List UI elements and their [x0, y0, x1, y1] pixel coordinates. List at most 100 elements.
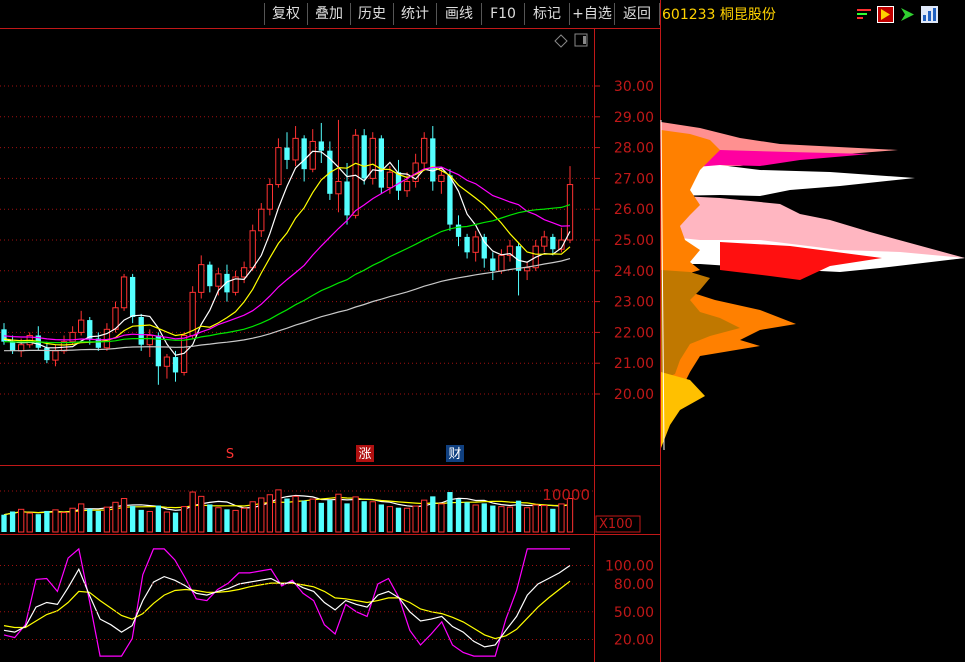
diamond-icon[interactable]: [554, 34, 568, 48]
price-tick-label: 25.00: [614, 233, 654, 249]
price-ticks: 30.00 29.00 28.00 27.00 26.00 25.00 24.00 23.00…: [614, 79, 654, 403]
candle-body: [438, 174, 445, 182]
volume-bar: [52, 509, 59, 533]
signal-marker-s[interactable]: S: [226, 447, 234, 462]
candle-body: [275, 147, 282, 186]
candle-body: [198, 264, 205, 293]
volume-bar: [249, 501, 256, 533]
price-tick-label: 26.00: [614, 202, 654, 218]
osc-tick-label: 100.00: [605, 559, 654, 575]
volume-bar: [301, 500, 307, 532]
volume-bar: [207, 504, 213, 532]
candle-body: [464, 236, 470, 253]
volume-bar: [490, 505, 496, 532]
candle-body: [249, 230, 256, 269]
volume-bar: [44, 510, 50, 532]
price-tick-label: 28.00: [614, 141, 654, 157]
volume-bar: [103, 506, 111, 533]
candle-body: [146, 334, 153, 346]
volume-bar: [146, 510, 153, 533]
volume-tick-label: 10000: [542, 486, 590, 504]
volume-bar: [87, 508, 93, 532]
volume-bar: [438, 503, 445, 533]
volume-bar: [284, 498, 290, 532]
kdj-j-line: [3, 547, 570, 657]
volume-bar: [35, 514, 41, 532]
volume-bar: [163, 511, 171, 533]
candle-body: [318, 141, 324, 151]
volume-bar: [232, 509, 239, 533]
candle-body: [207, 264, 213, 287]
kdj-d-line: [3, 580, 571, 640]
candle-body: [138, 317, 144, 345]
volume-bar: [369, 501, 376, 533]
volume-bar: [550, 508, 556, 532]
osc-tick-label: 20.00: [614, 633, 654, 649]
candle-body: [344, 181, 350, 216]
volume-bar: [361, 501, 367, 532]
osc-grid: 100.00 80.00 50.00 20.00: [0, 559, 654, 649]
candles: [1, 119, 574, 385]
price-tick-label: 23.00: [614, 295, 654, 311]
volume-bar: [412, 505, 419, 533]
candle-body: [284, 147, 290, 160]
volume-bar: [378, 504, 384, 532]
candle-body: [490, 258, 496, 271]
candle-body: [120, 276, 128, 309]
candle-body: [335, 180, 342, 195]
volume-bar: [1, 514, 7, 532]
volume-bar: [198, 495, 205, 533]
price-tick-label: 24.00: [614, 264, 654, 280]
volume-bar: [172, 512, 179, 532]
osc-lines: [3, 547, 571, 657]
candle-body: [215, 273, 222, 287]
candle-body: [292, 137, 299, 161]
candle-body: [550, 236, 556, 250]
candle-body: [447, 175, 453, 225]
volume-bar: [309, 498, 316, 533]
volume-bar: [138, 509, 144, 532]
volume-bar: [180, 506, 188, 533]
rise-marker[interactable]: 涨: [358, 447, 371, 462]
volume-unit-label: X100: [599, 517, 633, 532]
volume-bar: [558, 503, 565, 533]
volume-bar: [129, 506, 136, 532]
price-tick-label: 21.00: [614, 356, 654, 372]
volume-bar: [266, 494, 274, 533]
candle-body: [17, 344, 25, 352]
chip-distribution: [660, 119, 965, 451]
candle-body: [240, 267, 248, 278]
osc-tick-label: 50.00: [614, 605, 654, 621]
candle-body: [386, 171, 394, 189]
volume-bar: [240, 507, 248, 533]
volume-bar: [464, 502, 470, 532]
candle-body: [52, 350, 59, 361]
candle-body: [523, 267, 531, 272]
volume-bar: [69, 507, 76, 533]
volume-bar: [386, 506, 394, 533]
volume-bar: [292, 495, 299, 533]
volume-bar: [189, 491, 196, 533]
chip-band-20: [661, 372, 705, 448]
candle-body: [498, 254, 505, 272]
volume-bar: [344, 503, 350, 532]
price-tick-label: 22.00: [614, 325, 654, 341]
candle-body: [9, 341, 16, 351]
volume-bar: [60, 512, 68, 533]
volume-bar: [155, 505, 162, 532]
candle-body: [87, 320, 93, 339]
finance-marker[interactable]: 财: [448, 447, 461, 462]
volume-bar: [327, 500, 333, 532]
window-toggle-bar: [583, 36, 586, 44]
candle-body: [301, 138, 307, 170]
volume-bar: [481, 503, 487, 532]
volume-bar: [258, 497, 265, 533]
candle-body: [266, 184, 274, 210]
volume-bar: [9, 511, 16, 532]
volume-bar: [541, 505, 548, 533]
candle-body: [155, 335, 162, 367]
volume-bars: [0, 489, 594, 533]
stock-chart: 30.00 29.00 28.00 27.00 26.00 25.00 24.00 23.00…: [0, 0, 965, 662]
volume-bar: [215, 507, 222, 533]
candle-body: [541, 236, 548, 247]
